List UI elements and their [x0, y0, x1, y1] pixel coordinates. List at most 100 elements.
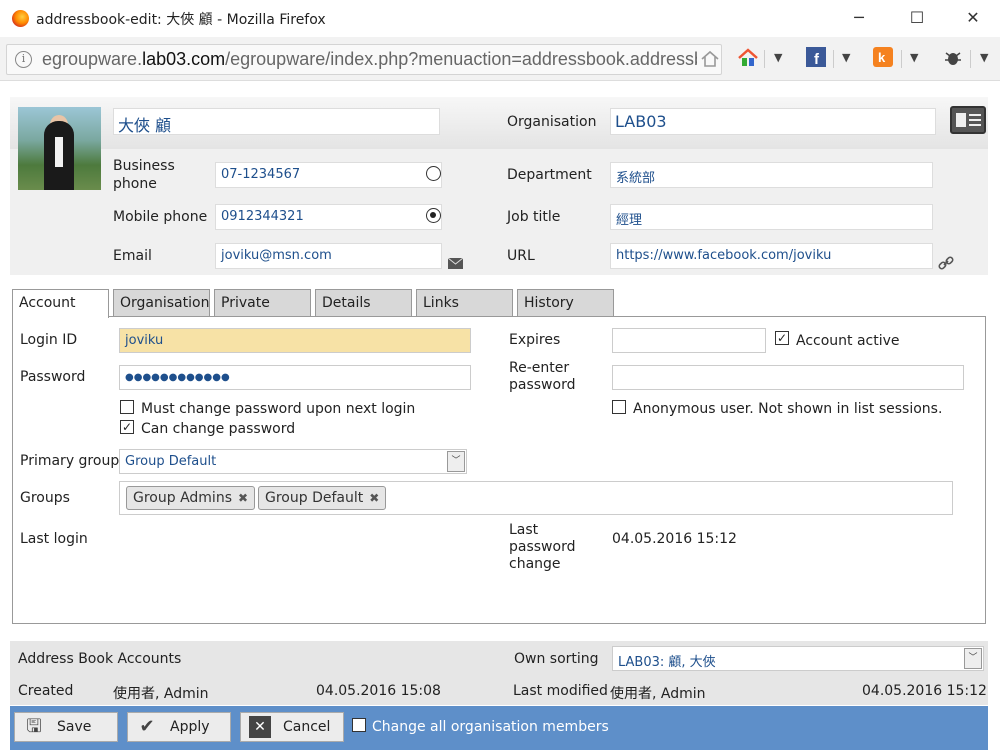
account-active-label: Account active — [796, 333, 900, 349]
modified-at: 04.05.2016 15:12 — [862, 683, 987, 699]
addressbook-label: Address Book Accounts — [18, 651, 182, 667]
business-phone-radio[interactable] — [426, 166, 441, 181]
reenter-password-label: Re-enter password — [509, 360, 576, 393]
last-password-change-label: Last password change — [509, 522, 576, 572]
can-change-label: Can change password — [141, 421, 296, 437]
account-active-checkbox[interactable]: ✓ — [775, 331, 789, 345]
last-login-label: Last login — [20, 531, 88, 547]
primary-group-select[interactable]: Group Default — [119, 449, 467, 474]
apply-label: Apply — [170, 719, 210, 735]
tab-private[interactable]: Private — [214, 289, 311, 317]
remove-icon[interactable]: ✖ — [369, 491, 379, 505]
modified-by: 使用者, Admin — [610, 686, 706, 702]
url-host: lab03.com — [142, 49, 226, 69]
group-tag-label: Group Default — [265, 490, 364, 506]
url-field[interactable]: https://www.facebook.com/joviku — [610, 243, 933, 269]
login-id-label: Login ID — [20, 332, 78, 348]
orange-bookmark-icon[interactable]: k — [873, 47, 895, 69]
expires-input[interactable] — [612, 328, 766, 353]
cancel-button[interactable]: ✕ Cancel — [240, 712, 344, 742]
mobile-phone-field[interactable]: 0912344321 — [215, 204, 442, 230]
group-tag[interactable]: Group Admins ✖ — [126, 486, 256, 510]
last-modified-label: Last modified — [513, 683, 608, 699]
maximize-button[interactable]: ☐ — [894, 4, 940, 32]
url-label: URL — [507, 248, 535, 264]
chevron-down-icon[interactable]: ▼ — [980, 51, 988, 64]
chevron-down-icon[interactable]: ▼ — [774, 51, 782, 64]
business-phone-label: Business phone — [113, 158, 175, 192]
password-input[interactable]: ●●●●●●●●●●●● — [119, 365, 471, 390]
home-colored-icon[interactable] — [737, 47, 759, 69]
own-sorting-select[interactable]: LAB03: 顧, 大俠 — [612, 646, 984, 671]
reenter-password-input[interactable] — [612, 365, 964, 390]
facebook-icon[interactable]: f — [806, 47, 828, 69]
created-label: Created — [18, 683, 74, 699]
groups-label: Groups — [20, 490, 70, 506]
mobile-phone-radio[interactable] — [426, 208, 441, 223]
contact-photo[interactable] — [18, 107, 101, 190]
remove-icon[interactable]: ✖ — [238, 491, 248, 505]
organisation-field[interactable]: LAB03 — [610, 108, 936, 135]
can-change-checkbox[interactable]: ✓ — [120, 420, 134, 434]
primary-group-label: Primary group — [20, 453, 120, 469]
must-change-checkbox[interactable] — [120, 400, 134, 414]
own-sorting-label: Own sorting — [514, 651, 599, 667]
chevron-down-icon[interactable]: ▼ — [842, 51, 850, 64]
contact-name-field[interactable]: 大俠 顧 — [113, 108, 440, 135]
minimize-button[interactable]: ─ — [836, 4, 882, 32]
firefox-logo-icon — [12, 10, 29, 27]
group-tag-label: Group Admins — [133, 490, 232, 506]
password-label: Password — [20, 369, 86, 385]
url-text[interactable]: egroupware.lab03.com/egroupware/index.ph… — [42, 49, 697, 71]
created-by: 使用者, Admin — [113, 686, 209, 702]
site-info-icon[interactable]: i — [15, 51, 32, 68]
job-title-label: Job title — [507, 209, 561, 225]
chevron-down-icon[interactable]: ﹀ — [447, 451, 465, 472]
link-icon[interactable] — [938, 255, 954, 271]
save-icon: 🖫 — [26, 716, 42, 737]
url-path: /egroupware/index.php?menuaction=address… — [225, 49, 697, 69]
created-at: 04.05.2016 15:08 — [316, 683, 441, 699]
save-button[interactable]: 🖫 Save — [14, 712, 118, 742]
mobile-phone-label: Mobile phone — [113, 209, 208, 225]
bug-icon[interactable] — [942, 47, 964, 69]
tab-account[interactable]: Account — [12, 289, 109, 318]
email-field[interactable]: joviku@msn.com — [215, 243, 442, 269]
email-label: Email — [113, 248, 152, 264]
cancel-icon: ✕ — [249, 716, 271, 738]
toolbar-separator — [833, 50, 834, 68]
chevron-down-icon[interactable]: ▼ — [910, 51, 918, 64]
last-password-change-value: 04.05.2016 15:12 — [612, 531, 737, 547]
window-title: addressbook-edit: 大俠 顧 - Mozilla Firefox — [36, 12, 326, 28]
tab-organisation[interactable]: Organisation — [113, 289, 210, 317]
business-phone-field[interactable]: 07-1234567 — [215, 162, 442, 188]
home-gray-icon[interactable] — [700, 49, 720, 69]
mail-icon[interactable] — [448, 258, 463, 269]
toolbar-separator — [764, 50, 765, 68]
toolbar-separator — [901, 50, 902, 68]
vcard-icon[interactable] — [950, 106, 986, 134]
close-button[interactable]: ✕ — [950, 4, 996, 32]
group-tag[interactable]: Group Default ✖ — [258, 486, 387, 510]
tab-details[interactable]: Details — [315, 289, 412, 317]
login-id-input[interactable]: joviku — [119, 328, 471, 353]
apply-button[interactable]: ✔ Apply — [127, 712, 231, 742]
organisation-label: Organisation — [507, 114, 597, 130]
cancel-label: Cancel — [283, 719, 331, 735]
tab-links[interactable]: Links — [416, 289, 513, 317]
anonymous-checkbox[interactable] — [612, 400, 626, 414]
save-label: Save — [57, 719, 92, 735]
department-label: Department — [507, 167, 592, 183]
chevron-down-icon[interactable]: ﹀ — [964, 648, 982, 669]
job-title-field[interactable]: 經理 — [610, 204, 933, 230]
url-host-prefix: egroupware. — [42, 49, 143, 69]
check-icon: ✔ — [139, 716, 155, 737]
anonymous-label: Anonymous user. Not shown in list sessio… — [633, 401, 943, 417]
department-field[interactable]: 系統部 — [610, 162, 933, 188]
tab-history[interactable]: History — [517, 289, 614, 317]
toolbar-separator — [970, 50, 971, 68]
svg-text:k: k — [878, 50, 886, 65]
expires-label: Expires — [509, 332, 561, 348]
change-all-members-checkbox[interactable] — [352, 718, 366, 732]
change-all-members-label: Change all organisation members — [372, 719, 609, 735]
